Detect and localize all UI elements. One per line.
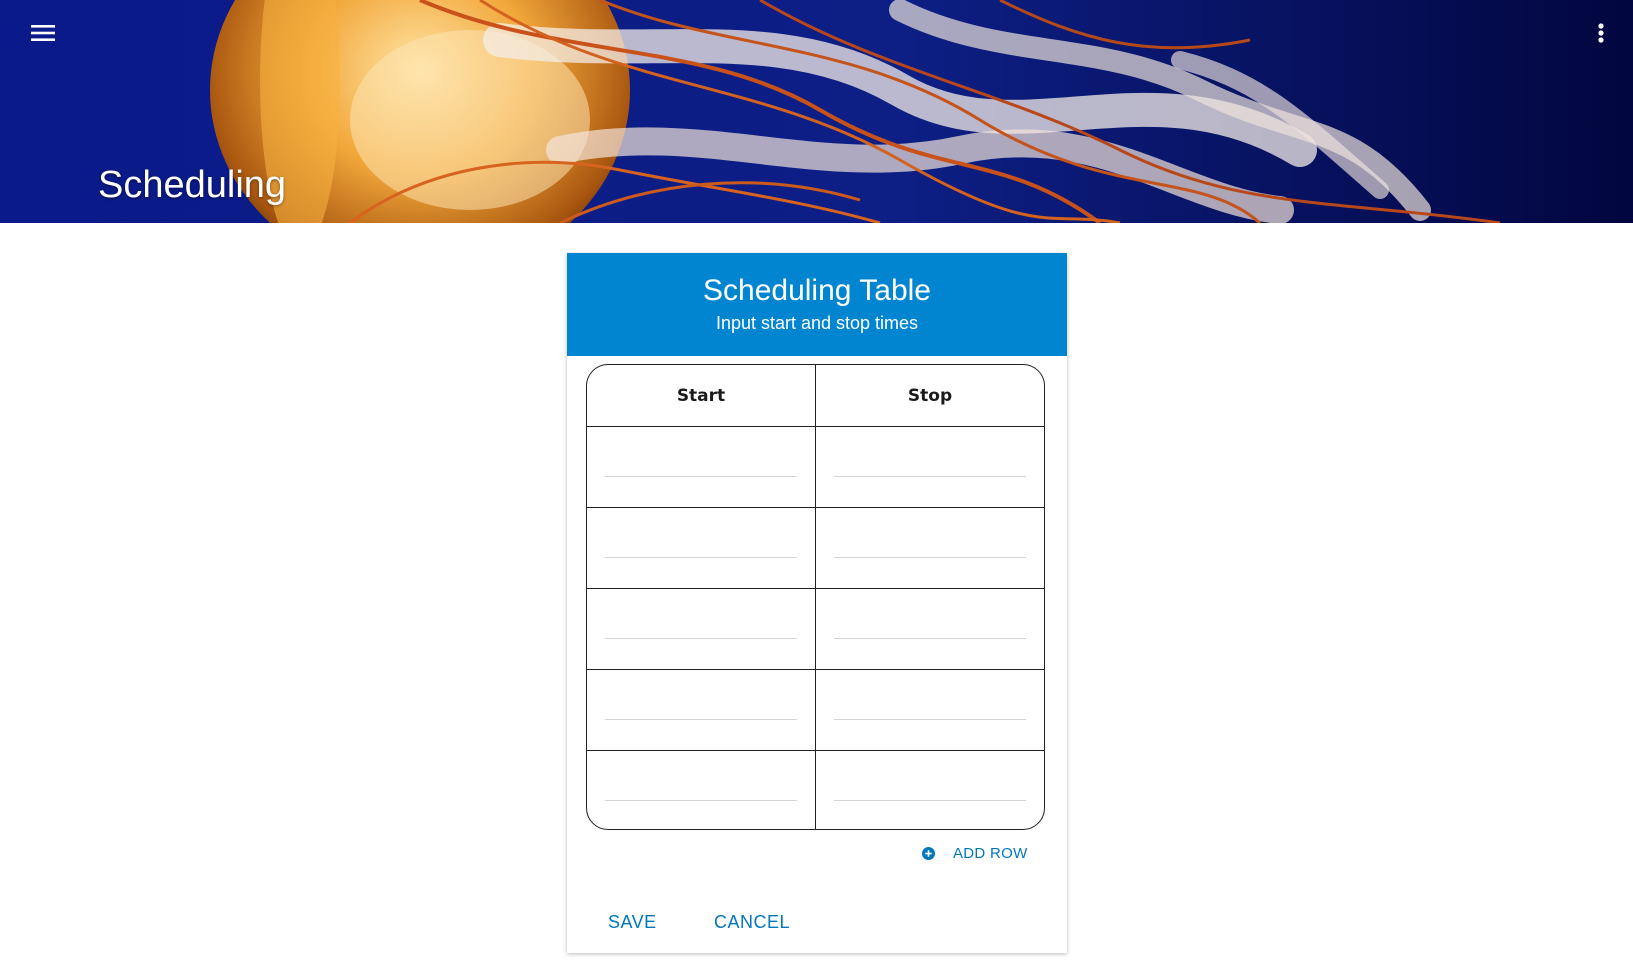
start-time-input[interactable]	[605, 771, 797, 801]
start-time-input[interactable]	[605, 447, 797, 477]
stop-cell	[815, 588, 1044, 670]
table-row	[587, 669, 1044, 751]
table-row	[587, 588, 1044, 670]
card-header: Scheduling Table Input start and stop ti…	[567, 253, 1067, 356]
scheduling-table: Start Stop	[586, 364, 1045, 830]
start-time-input[interactable]	[605, 528, 797, 558]
card-subtitle: Input start and stop times	[715, 313, 919, 333]
add-row-button[interactable]: ADD ROW	[922, 843, 1028, 863]
page-title: Scheduling	[98, 164, 287, 206]
stop-time-input[interactable]	[834, 528, 1026, 558]
start-cell	[587, 507, 816, 589]
hamburger-menu-icon	[31, 25, 55, 41]
start-time-input[interactable]	[605, 609, 797, 639]
more-vert-icon	[1598, 23, 1604, 43]
stop-cell	[815, 426, 1044, 508]
table-header-row: Start Stop	[587, 365, 1044, 427]
stop-time-input[interactable]	[834, 447, 1026, 477]
add-circle-icon	[922, 846, 935, 860]
card-title: Scheduling Table	[703, 274, 931, 307]
table-row	[587, 507, 1044, 589]
scheduling-card: Scheduling Table Input start and stop ti…	[567, 253, 1067, 953]
cancel-button[interactable]: CANCEL	[714, 904, 790, 940]
start-cell	[587, 588, 816, 670]
card-actions: SAVE CANCEL	[567, 904, 1067, 940]
start-cell	[587, 750, 816, 829]
save-button[interactable]: SAVE	[608, 904, 657, 940]
start-cell	[587, 426, 816, 508]
start-cell	[587, 669, 816, 751]
stop-cell	[816, 751, 1045, 830]
stop-time-input[interactable]	[834, 690, 1026, 720]
stop-time-input[interactable]	[834, 609, 1026, 639]
table-row	[587, 750, 1045, 830]
column-header-start: Start	[587, 365, 816, 427]
start-time-input[interactable]	[605, 690, 797, 720]
app-header: Scheduling	[0, 0, 1633, 223]
stop-cell	[815, 669, 1044, 751]
menu-button[interactable]	[24, 18, 62, 48]
stop-cell	[815, 507, 1044, 589]
table-row	[587, 426, 1044, 508]
stop-time-input[interactable]	[834, 771, 1026, 801]
more-options-button[interactable]	[1584, 18, 1618, 48]
add-row-label: ADD ROW	[953, 844, 1028, 862]
column-header-stop: Stop	[815, 365, 1044, 427]
